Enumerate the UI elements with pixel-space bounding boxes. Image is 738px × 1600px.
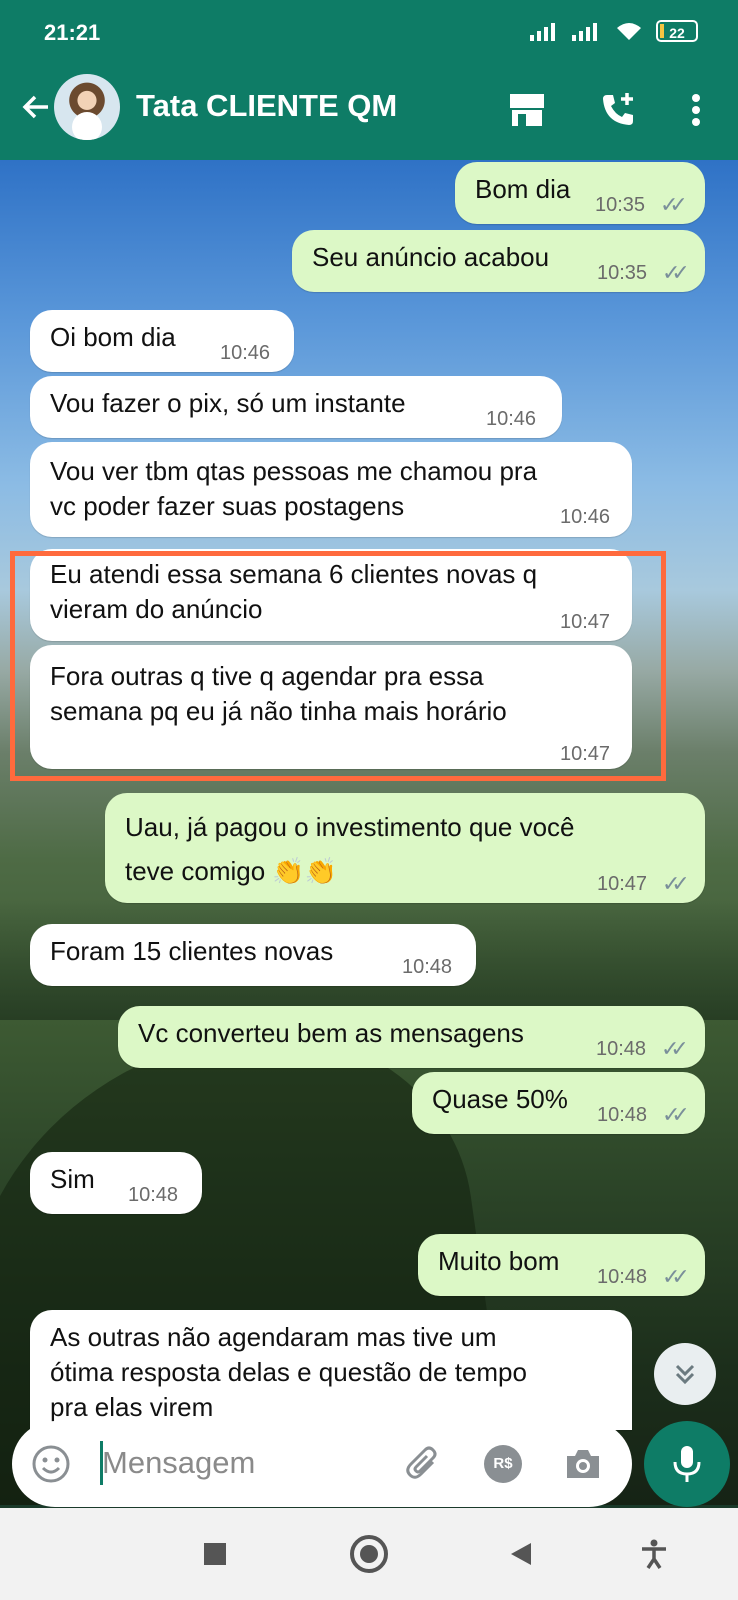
- signal-icon: [572, 23, 597, 41]
- camera-icon[interactable]: [560, 1441, 606, 1487]
- recent-apps-icon[interactable]: [191, 1530, 239, 1578]
- message-line: ótima resposta delas e questão de tempo: [50, 1357, 527, 1387]
- message-time: 10:46: [486, 408, 537, 430]
- mic-icon[interactable]: [644, 1421, 730, 1507]
- message-text: Quase 50%: [432, 1084, 568, 1114]
- message-line: As outras não agendaram mas tive um: [50, 1322, 497, 1352]
- chat-header: Tata CLIENTE QM: [0, 66, 738, 160]
- message-bubble-incoming[interactable]: Vou ver tbm qtas pessoas me chamou pra v…: [30, 442, 632, 537]
- signal-icon: [530, 23, 555, 41]
- payment-label: R$: [484, 1445, 522, 1483]
- back-nav-icon[interactable]: [497, 1530, 545, 1578]
- message-text: Seu anúncio acabou: [312, 242, 550, 272]
- read-receipt-icon: ✓✓: [662, 1102, 690, 1127]
- more-vert-icon[interactable]: [674, 88, 718, 132]
- scroll-down-icon[interactable]: [654, 1343, 716, 1405]
- message-time: 10:47: [597, 873, 648, 895]
- message-time: 10:46: [220, 342, 271, 364]
- message-composer[interactable]: Mensagem R$: [12, 1421, 632, 1507]
- message-bubble-incoming[interactable]: As outras não agendaram mas tive um ótim…: [30, 1310, 632, 1430]
- read-receipt-icon: ✓✓: [662, 1264, 690, 1289]
- highlight-box: [10, 551, 666, 781]
- message-line: Vou ver tbm qtas pessoas me chamou pra: [50, 456, 538, 486]
- message-bubble-outgoing[interactable]: Uau, já pagou o investimento que você te…: [105, 793, 705, 903]
- system-nav-bar: [0, 1508, 738, 1600]
- message-text: Muito bom: [438, 1246, 560, 1276]
- message-text: Uau, já pagou o investimento que você te…: [125, 805, 575, 893]
- accessibility-icon[interactable]: [630, 1530, 678, 1578]
- message-bubble-outgoing[interactable]: Seu anúncio acabou 10:35 ✓✓: [292, 230, 705, 292]
- avatar[interactable]: [54, 74, 120, 140]
- message-time: 10:35: [595, 194, 646, 216]
- read-receipt-icon: ✓✓: [662, 871, 690, 896]
- message-time: 10:35: [597, 262, 648, 284]
- message-bubble-incoming[interactable]: Foram 15 clientes novas 10:48: [30, 924, 476, 986]
- message-bubble-outgoing[interactable]: Vc converteu bem as mensagens 10:48 ✓✓: [118, 1006, 705, 1068]
- emoji-icon[interactable]: [28, 1441, 74, 1487]
- status-bar: 21:21 22: [0, 0, 738, 66]
- message-bubble-outgoing[interactable]: Bom dia 10:35 ✓✓: [455, 162, 705, 224]
- message-text: Vc converteu bem as mensagens: [138, 1018, 524, 1048]
- message-bubble-incoming[interactable]: Vou fazer o pix, só um instante 10:46: [30, 376, 562, 438]
- payment-icon[interactable]: R$: [480, 1441, 526, 1487]
- message-text: Foram 15 clientes novas: [50, 936, 334, 966]
- message-text: Bom dia: [475, 174, 571, 204]
- message-line: Uau, já pagou o investimento que você: [125, 812, 575, 842]
- wifi-icon: [617, 23, 641, 40]
- message-text: Oi bom dia: [50, 322, 176, 352]
- read-receipt-icon: ✓✓: [660, 192, 688, 217]
- message-line: teve comigo 👏👏: [125, 856, 338, 886]
- back-arrow-icon[interactable]: [14, 88, 58, 134]
- contact-name[interactable]: Tata CLIENTE QM: [136, 88, 397, 124]
- shop-icon[interactable]: [505, 88, 549, 132]
- message-line: pra elas virem: [50, 1392, 214, 1422]
- message-time: 10:48: [402, 956, 453, 978]
- message-time: 10:48: [597, 1104, 648, 1126]
- message-bubble-outgoing[interactable]: Muito bom 10:48 ✓✓: [418, 1234, 705, 1296]
- status-time: 21:21: [44, 20, 101, 45]
- message-text: Sim: [50, 1164, 95, 1194]
- message-text: Vou ver tbm qtas pessoas me chamou pra v…: [50, 454, 537, 524]
- battery-indicator: 22: [656, 20, 698, 42]
- message-input[interactable]: Mensagem: [102, 1445, 255, 1481]
- message-text: Vou fazer o pix, só um instante: [50, 388, 406, 418]
- read-receipt-icon: ✓✓: [661, 1036, 689, 1061]
- read-receipt-icon: ✓✓: [662, 260, 690, 285]
- status-icons: 22: [530, 20, 698, 42]
- message-time: 10:48: [128, 1184, 179, 1206]
- message-time: 10:46: [560, 506, 611, 528]
- message-time: 10:48: [597, 1266, 648, 1288]
- home-icon[interactable]: [345, 1530, 393, 1578]
- message-bubble-outgoing[interactable]: Quase 50% 10:48 ✓✓: [412, 1072, 705, 1134]
- message-time: 10:48: [596, 1038, 647, 1060]
- add-call-icon[interactable]: [596, 88, 640, 132]
- message-text: As outras não agendaram mas tive um ótim…: [50, 1320, 527, 1425]
- attach-icon[interactable]: [400, 1441, 446, 1487]
- message-line: vc poder fazer suas postagens: [50, 491, 405, 521]
- message-bubble-incoming[interactable]: Oi bom dia 10:46: [30, 310, 294, 372]
- message-bubble-incoming[interactable]: Sim 10:48: [30, 1152, 202, 1214]
